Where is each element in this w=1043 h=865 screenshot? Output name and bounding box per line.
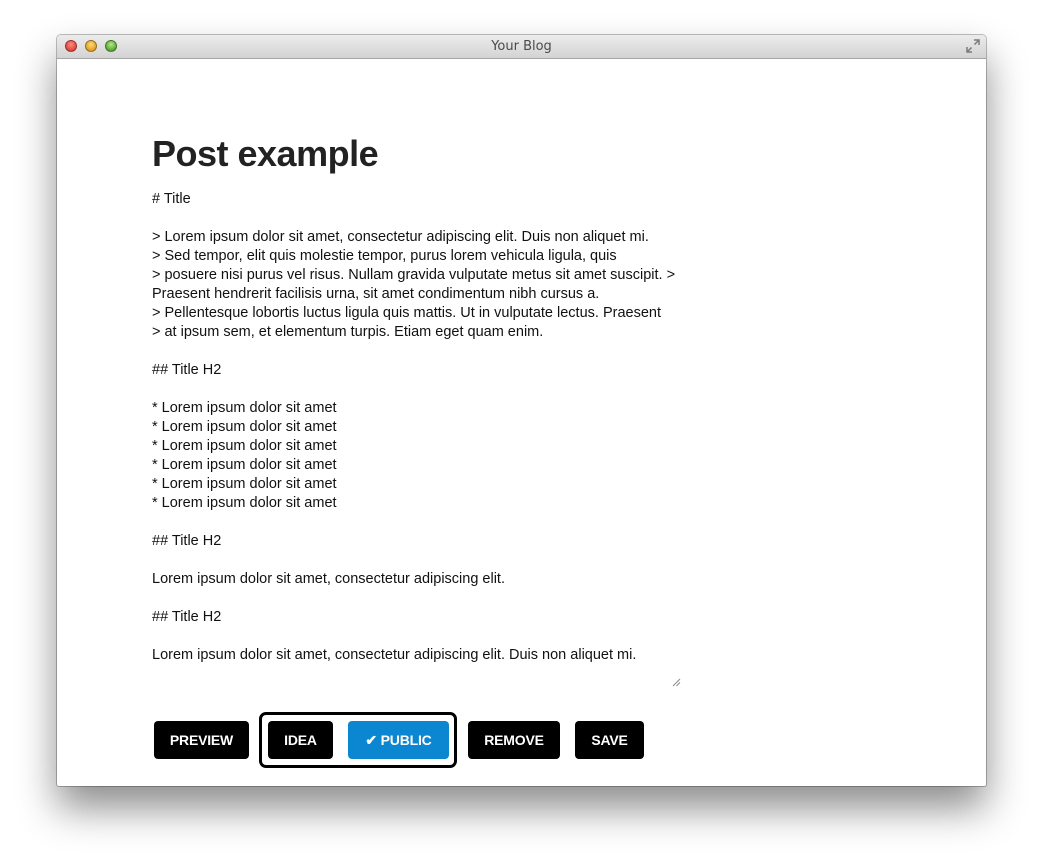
- resize-grip-icon[interactable]: [671, 677, 681, 687]
- save-button[interactable]: SAVE: [575, 721, 644, 759]
- preview-button[interactable]: PREVIEW: [154, 721, 249, 759]
- page-title: Post example: [152, 133, 379, 174]
- remove-button[interactable]: REMOVE: [468, 721, 560, 759]
- post-header: Post example: [152, 131, 692, 177]
- public-toggle-button[interactable]: ✔ PUBLIC: [348, 721, 449, 759]
- title-bar[interactable]: Your Blog: [57, 35, 986, 59]
- post-body-editor[interactable]: # Title > Lorem ipsum dolor sit amet, co…: [152, 190, 682, 690]
- window-title: Your Blog: [491, 39, 552, 54]
- app-window: Your Blog Post example # Title > Lorem i…: [57, 35, 986, 786]
- fullscreen-icon[interactable]: [966, 39, 980, 53]
- idea-toggle-button[interactable]: IDEA: [268, 721, 333, 759]
